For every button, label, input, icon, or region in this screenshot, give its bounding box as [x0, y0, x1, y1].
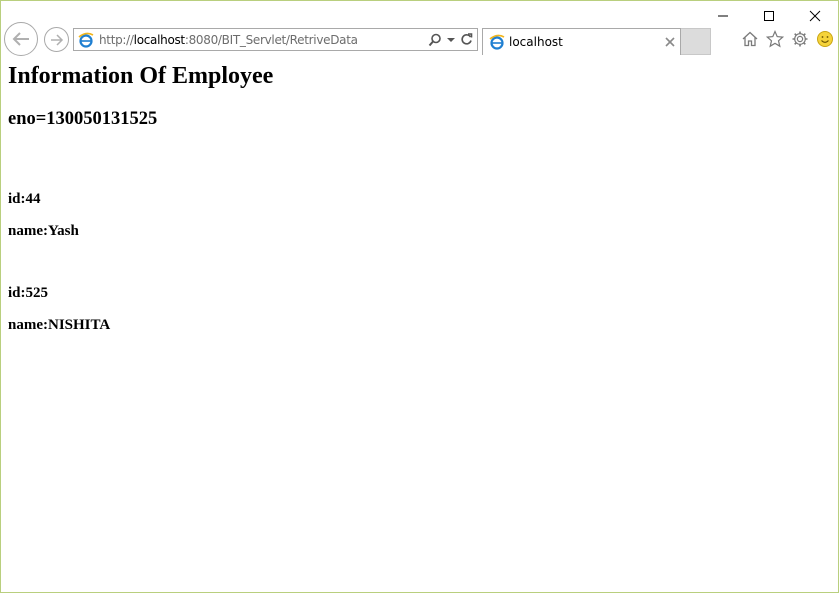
close-icon [809, 10, 821, 22]
browser-window: http://localhost:8080/BIT_Servlet/Retriv… [0, 0, 839, 593]
address-bar[interactable]: http://localhost:8080/BIT_Servlet/Retriv… [73, 28, 478, 51]
record-name: name:NISHITA [8, 317, 111, 333]
home-icon[interactable] [740, 30, 759, 49]
url-scheme: http:// [99, 32, 134, 47]
tab-localhost[interactable]: localhost [482, 28, 681, 55]
back-button[interactable] [4, 22, 38, 56]
record-id: id:525 [8, 285, 49, 301]
maximize-button[interactable] [746, 1, 792, 31]
forward-arrow-icon [50, 33, 64, 46]
page-content: Information Of Employee eno=130050131525… [8, 59, 838, 592]
close-window-button[interactable] [792, 1, 838, 31]
eno-heading: eno=130050131525 [8, 109, 158, 129]
url-host: localhost [133, 32, 185, 47]
refresh-icon[interactable] [460, 33, 473, 46]
page-title: Information Of Employee [8, 63, 274, 89]
maximize-icon [763, 10, 775, 22]
search-icon[interactable] [428, 33, 442, 47]
minimize-button[interactable] [700, 1, 746, 31]
record-name: name:Yash [8, 223, 79, 239]
url-path: :8080/BIT_Servlet/RetriveData [184, 32, 358, 47]
record-id: id:44 [8, 191, 41, 207]
forward-button[interactable] [44, 27, 69, 52]
close-icon[interactable] [664, 36, 676, 48]
new-tab-button[interactable] [681, 28, 711, 55]
ie-page-icon [489, 34, 505, 50]
chevron-down-icon[interactable] [447, 37, 455, 43]
ie-page-icon [78, 32, 94, 48]
gear-icon[interactable] [790, 30, 809, 49]
url-text[interactable]: http://localhost:8080/BIT_Servlet/Retriv… [99, 33, 358, 47]
back-arrow-icon [11, 31, 31, 47]
star-icon[interactable] [765, 30, 784, 49]
minimize-icon [717, 10, 729, 22]
smiley-icon[interactable] [815, 30, 834, 49]
tab-title: localhost [509, 35, 563, 49]
